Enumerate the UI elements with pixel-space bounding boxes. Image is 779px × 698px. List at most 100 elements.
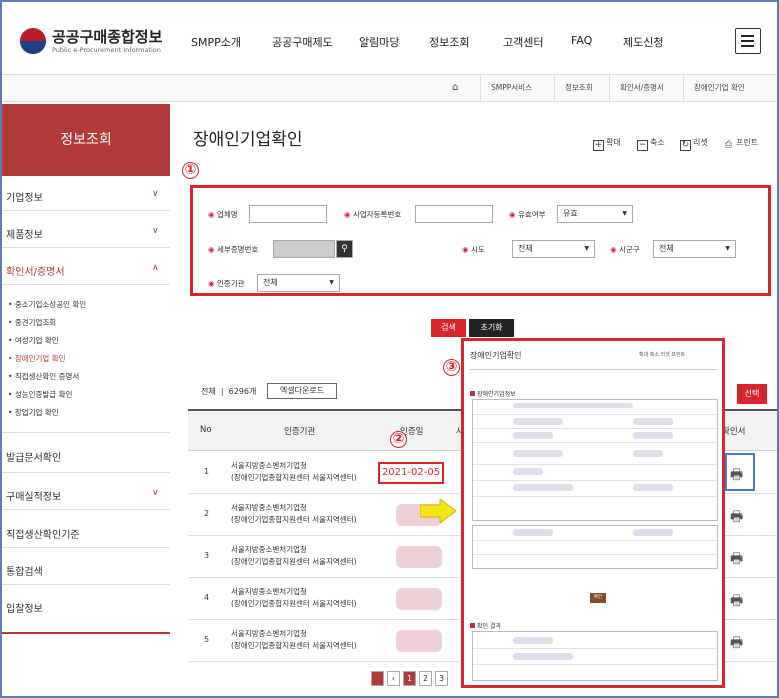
annotation-badge-3: ③ (443, 359, 460, 376)
breadcrumb-item[interactable]: SMPP서비스 (480, 75, 532, 101)
row-agency: 서울지방중소벤처기업청 (장애인기업종합지원센터 서울지역센터) (231, 545, 357, 566)
sidebar-item-company-info[interactable]: 기업정보 ∨ (2, 189, 170, 204)
print-button[interactable]: ⎙ 프린트 (723, 137, 758, 152)
breadcrumb-item[interactable]: 확인서/증명서 (609, 75, 664, 101)
sidebar-divider (2, 632, 170, 634)
sidebar-divider (2, 584, 170, 585)
chevron-down-icon: ∨ (152, 488, 159, 498)
sidebar-item-label: 제품정보 (6, 230, 43, 241)
result-count: 전체 | 6296개 (201, 387, 257, 396)
document-icon[interactable]: 🖶 (730, 590, 743, 614)
sidebar-item-label: 확인서/증명서 (6, 267, 65, 278)
popup-title: 장애인기업확인 (470, 351, 522, 360)
annotation-badge-1: ① (182, 162, 199, 179)
page-2[interactable]: 2 (419, 671, 432, 686)
site-header: 공공구매종합정보 Public e-Procurement Informatio… (2, 2, 777, 74)
sidebar-item-product-info[interactable]: 제품정보 ∨ (2, 226, 170, 241)
sido-select[interactable]: 전체 (512, 240, 595, 258)
sidebar-subitem[interactable]: • 직접생산확인 증명서 (8, 371, 79, 382)
search-icon[interactable]: ⚲ (336, 240, 353, 258)
sidebar-subitem-active[interactable]: • 장애인기업 확인 (8, 353, 66, 364)
sidebar-item-direct-production[interactable]: 직접생산확인기준 (2, 526, 170, 541)
blurred-date (396, 546, 442, 568)
document-icon[interactable]: 🖶 (730, 632, 743, 656)
chevron-down-icon: ∨ (152, 189, 159, 199)
cert-no-input[interactable] (273, 240, 335, 258)
zoom-out-icon: − (637, 140, 648, 151)
sidebar-item-purchase-record[interactable]: 구매실적정보 ∨ (2, 488, 170, 503)
zoom-out-button[interactable]: − 축소 (637, 137, 665, 151)
taegeuk-logo-icon (20, 28, 46, 54)
selected-document-highlight[interactable] (725, 453, 755, 491)
popup-result-table (472, 631, 718, 681)
row-agency: 서울지방중소벤처기업청 (장애인기업종합지원센터 서울지역센터) (231, 587, 357, 608)
nav-smpp-intro[interactable]: SMPP소개 (191, 34, 241, 50)
sidebar-item-label: 기업정보 (6, 193, 43, 204)
nav-procurement-system[interactable]: 공공구매제도 (272, 34, 333, 50)
site-logo[interactable]: 공공구매종합정보 Public e-Procurement Informatio… (20, 24, 220, 60)
sidebar-subitem[interactable]: • 성능인증발급 확인 (8, 389, 72, 400)
page-1[interactable]: 1 (403, 671, 416, 686)
agency-select[interactable]: 전체 (257, 274, 340, 292)
select-button[interactable]: 선택 (737, 384, 767, 404)
row-no: 1 (204, 467, 210, 476)
nav-info-lookup[interactable]: 정보조회 (429, 34, 469, 50)
sidebar-subitem[interactable]: • 중소기업소상공인 확인 (8, 299, 86, 310)
sidebar-item-bid-info[interactable]: 입찰정보 (2, 600, 170, 615)
breadcrumb-item[interactable]: 장애인기업 확인 (683, 75, 745, 101)
popup-section-title: 확인 결과 (470, 621, 501, 630)
document-icon[interactable]: 🖶 (730, 548, 743, 572)
row-agency: 서울지방중소벤처기업청 (장애인기업종합지원센터 서울지역센터) (231, 461, 357, 482)
sidebar-subitem[interactable]: • 여성기업 확인 (8, 335, 59, 346)
header-agency: 인증기관 (284, 427, 316, 437)
chevron-up-icon: ∧ (152, 263, 159, 273)
bizno-input[interactable] (415, 205, 493, 223)
breadcrumb-item[interactable]: 정보조회 (554, 75, 593, 101)
blurred-date (396, 588, 442, 610)
logo-title: 공공구매종합정보 (52, 28, 163, 46)
sidebar-divider (2, 472, 170, 473)
reset-button[interactable]: ↻ 리셋 (680, 137, 708, 151)
company-name-input[interactable] (249, 205, 327, 223)
first-page-button[interactable] (371, 671, 384, 686)
popup-toolbar[interactable]: 확대 축소 리셋 프린트 (639, 351, 685, 358)
sidebar-item-certificates[interactable]: 확인서/증명서 ∧ (2, 263, 170, 278)
home-icon[interactable]: ⌂ (442, 75, 458, 101)
cert-date-highlight: 2021-02-05 (378, 462, 444, 484)
hamburger-menu-icon[interactable] (735, 28, 761, 54)
popup-confirm-button[interactable]: 확인 (590, 593, 606, 603)
header-no: No (200, 425, 212, 435)
chevron-down-icon: ∨ (152, 226, 159, 236)
excel-download-button[interactable]: 엑셀다운로드 (267, 383, 337, 399)
search-button[interactable]: 검색 (431, 319, 466, 337)
sidebar-subitem[interactable]: • 중견기업조회 (8, 317, 56, 328)
bizno-label: ◉ 사업자등록번호 (344, 210, 402, 219)
page-title: 장애인기업확인 (193, 130, 303, 150)
popup-divider (470, 369, 718, 370)
nav-customer-center[interactable]: 고객센터 (503, 34, 543, 50)
sidebar-heading: 정보조회 (2, 104, 170, 176)
nav-faq[interactable]: FAQ (571, 34, 592, 47)
sidebar-item-integrated-search[interactable]: 통합검색 (2, 563, 170, 578)
breadcrumb: ⌂ SMPP서비스 정보조회 확인서/증명서 장애인기업 확인 (2, 74, 777, 102)
reset-search-button[interactable]: 초기화 (469, 319, 514, 337)
valid-label: ◉ 유효여부 (509, 210, 546, 219)
certificate-preview-popup: 장애인기업확인 확대 축소 리셋 프린트 장애인기업정보 확인 확인 결과 (461, 338, 725, 688)
document-icon[interactable]: 🖶 (730, 506, 743, 530)
header-doc: 확인서 (722, 427, 746, 437)
valid-select[interactable]: 유효 (557, 205, 633, 223)
sigungu-select[interactable]: 전체 (653, 240, 736, 258)
blurred-date (396, 630, 442, 652)
sidebar-subitem[interactable]: • 창업기업 확인 (8, 407, 59, 418)
zoom-in-button[interactable]: + 확대 (593, 137, 621, 151)
row-no: 3 (204, 551, 210, 560)
print-icon: ⎙ (724, 140, 733, 150)
prev-page-button[interactable]: ‹ (387, 671, 400, 686)
nav-notice[interactable]: 알림마당 (359, 34, 399, 50)
page-3[interactable]: 3 (435, 671, 448, 686)
arrow-right-icon (420, 499, 456, 523)
nav-system-apply[interactable]: 제도신청 (623, 34, 663, 50)
sidebar-divider (2, 284, 170, 285)
sidebar-divider (2, 547, 170, 548)
sidebar-item-doc-verify[interactable]: 발급문서확인 (2, 449, 170, 464)
